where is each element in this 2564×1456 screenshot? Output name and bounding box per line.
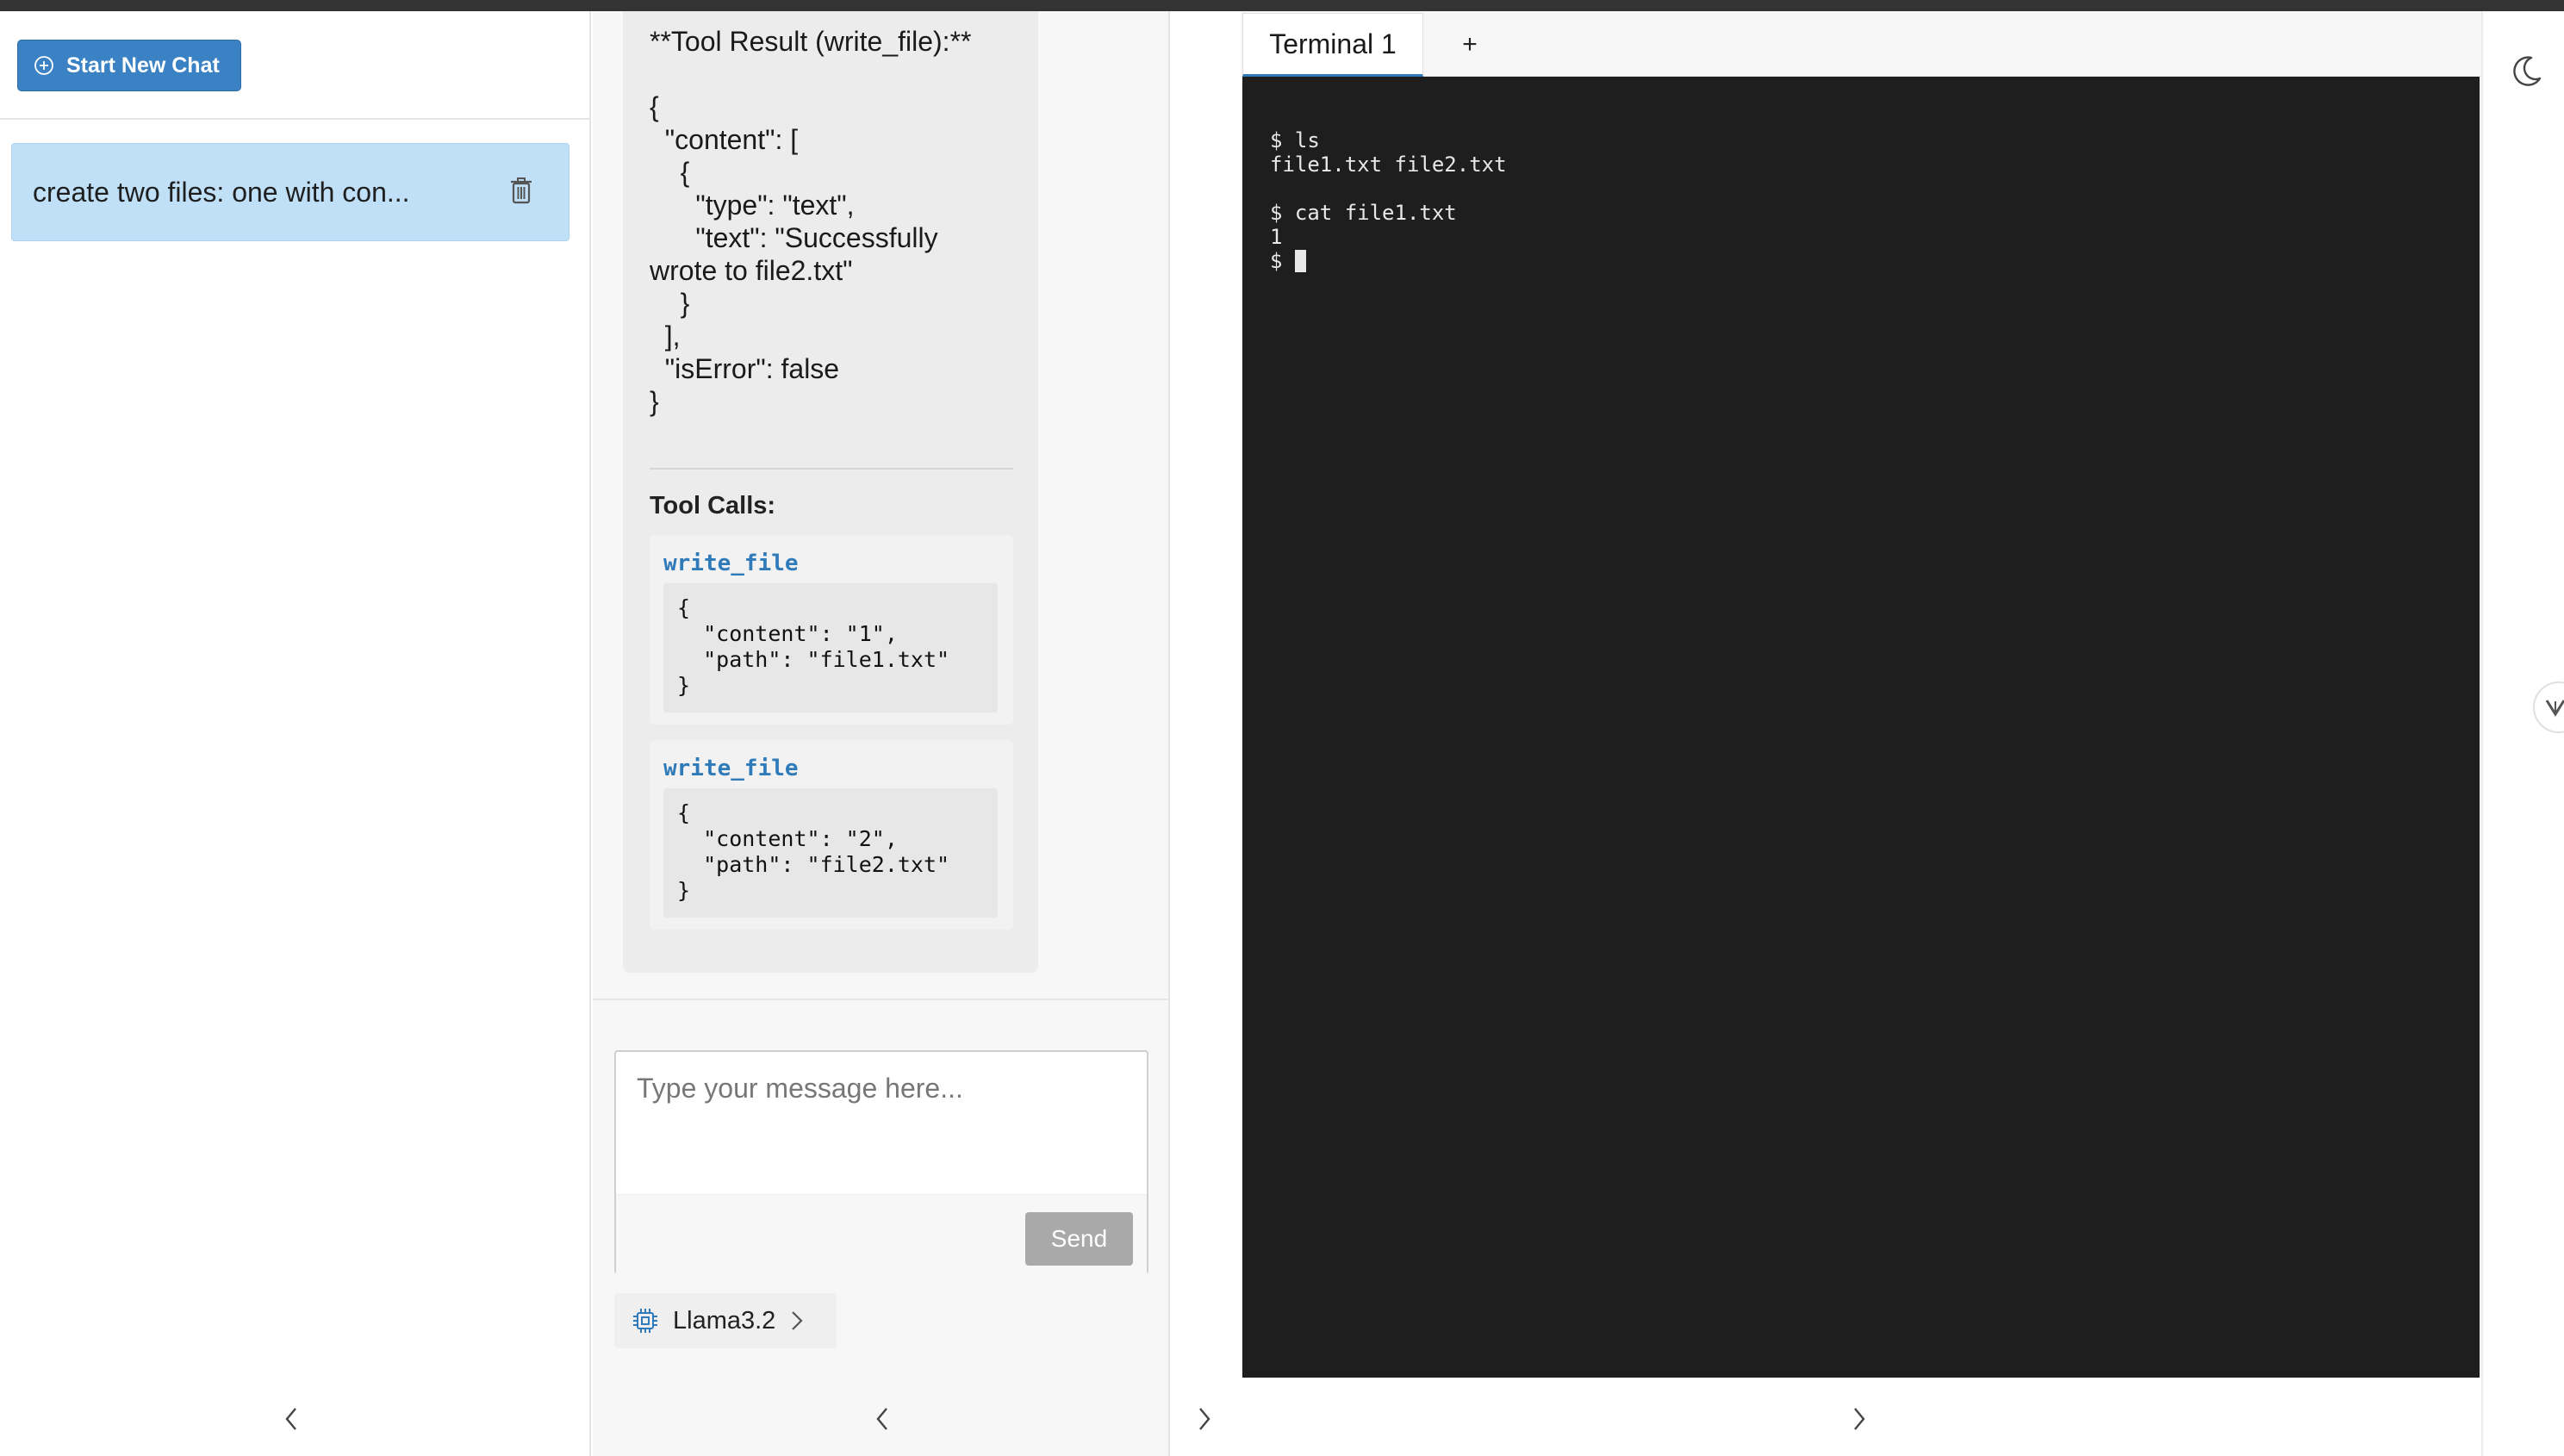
chevron-down-icon: [2545, 700, 2564, 717]
tool-result-line: **Tool Result (write_file):**: [650, 26, 972, 57]
terminal-panel: Terminal 1 + $ ls file1.txt file2.txt $ …: [1241, 11, 2481, 1456]
terminal-output: $ ls file1.txt file2.txt $ cat file1.txt…: [1270, 128, 1507, 273]
tool-result-line: wrote to file2.txt": [650, 255, 853, 286]
tool-result-line: ],: [650, 320, 681, 352]
terminal-screen[interactable]: $ ls file1.txt file2.txt $ cat file1.txt…: [1242, 77, 2480, 1378]
chip-icon: [633, 1309, 657, 1333]
send-button[interactable]: Send: [1025, 1212, 1133, 1266]
tool-result-line: }: [650, 386, 659, 417]
tab-terminal-1[interactable]: Terminal 1: [1242, 13, 1423, 77]
tool-result-line: "text": "Successfully: [650, 222, 938, 253]
tool-call-args: { "content": "2", "path": "file2.txt" }: [663, 788, 998, 918]
tool-result-line: {: [650, 91, 659, 122]
tool-result-line: "content": [: [650, 124, 799, 155]
input-area-divider: [593, 999, 1170, 1000]
right-rail: [2481, 11, 2564, 1456]
tool-result-line: "isError": false: [650, 353, 840, 384]
chevron-left-icon: [285, 1408, 296, 1430]
collapse-sidebar-button[interactable]: [274, 1402, 308, 1436]
tool-calls-heading: Tool Calls:: [650, 492, 776, 520]
panel-gutter: [1172, 11, 1241, 1456]
collapse-terminal-button[interactable]: [1842, 1402, 1876, 1436]
plus-circle-icon: [34, 56, 53, 75]
terminal-tabbar: Terminal 1 +: [1241, 11, 2481, 77]
assistant-message: **Tool Result (write_file):** { "content…: [623, 11, 1038, 973]
tool-result-line: "type": "text",: [650, 190, 855, 221]
chat-sidebar: Start New Chat create two files: one wit…: [0, 11, 591, 1456]
chevron-right-icon: [1854, 1408, 1865, 1430]
message-composer: Send: [614, 1050, 1148, 1274]
chat-panel: **Tool Result (write_file):** { "content…: [593, 11, 1170, 1456]
message-divider: [650, 468, 1013, 470]
tool-call-args: { "content": "1", "path": "file1.txt" }: [663, 583, 998, 712]
model-name: Llama3.2: [673, 1306, 776, 1335]
tool-result-line: {: [650, 157, 690, 188]
tool-call-name: write_file: [663, 551, 799, 576]
tool-result-line: }: [650, 288, 690, 319]
tool-call-name: write_file: [663, 756, 799, 781]
moon-icon[interactable]: [2509, 54, 2543, 93]
start-new-chat-label: Start New Chat: [66, 53, 220, 78]
chat-list-item[interactable]: create two files: one with con...: [11, 143, 569, 241]
message-input[interactable]: [616, 1052, 1147, 1194]
tool-call-card: write_file { "content": "1", "path": "fi…: [650, 535, 1013, 725]
tool-call-card: write_file { "content": "2", "path": "fi…: [650, 740, 1013, 930]
sidebar-divider: [0, 118, 591, 120]
start-new-chat-button[interactable]: Start New Chat: [17, 40, 241, 91]
chevron-left-icon: [876, 1408, 887, 1430]
chevron-right-icon: [792, 1311, 803, 1330]
composer-footer: Send: [616, 1194, 1147, 1274]
trash-icon[interactable]: [508, 177, 534, 208]
window-top-bar: [0, 0, 2564, 11]
chevron-right-icon: [1199, 1408, 1210, 1430]
chat-item-title: create two files: one with con...: [33, 176, 410, 208]
expand-panel-button[interactable]: [1187, 1402, 1222, 1436]
collapse-chat-button[interactable]: [865, 1402, 899, 1436]
scroll-down-button[interactable]: [2533, 681, 2564, 733]
add-terminal-tab-button[interactable]: +: [1444, 13, 1496, 77]
model-selector[interactable]: Llama3.2: [614, 1293, 837, 1348]
terminal-cursor: [1294, 250, 1306, 272]
